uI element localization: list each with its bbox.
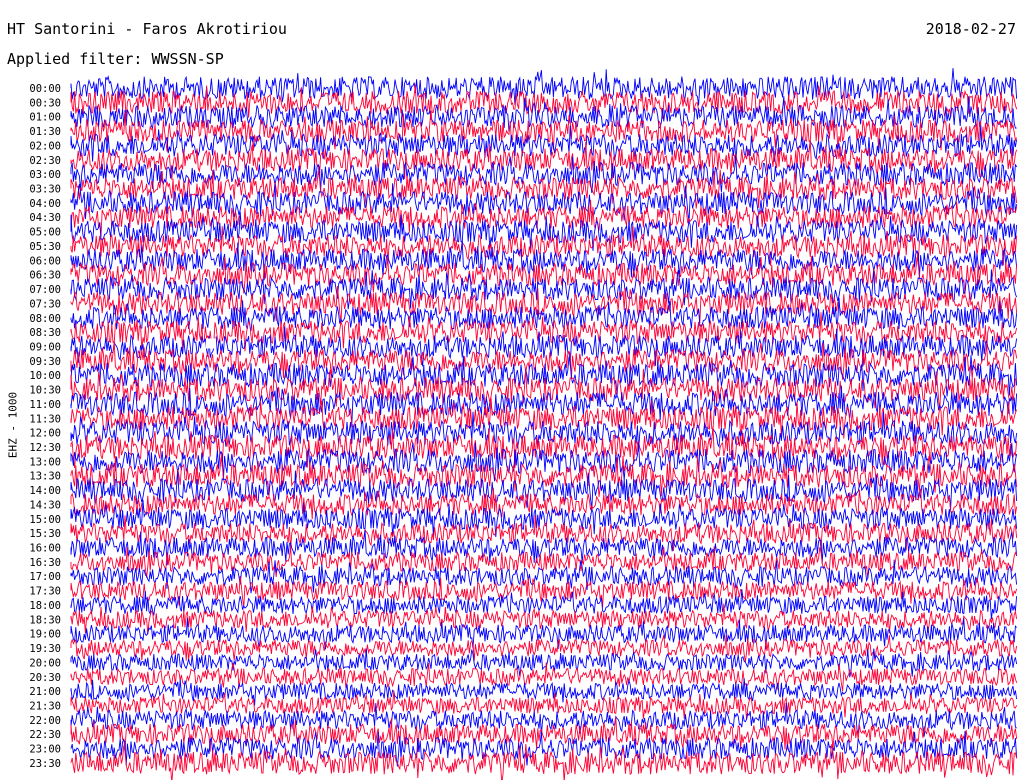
row-label: 21:30 (29, 701, 61, 713)
row-label: 09:00 (29, 342, 61, 354)
row-label: 11:00 (29, 399, 61, 411)
row-label: 14:00 (29, 485, 61, 497)
row-label: 04:30 (29, 212, 61, 224)
trace-1900 (70, 617, 1017, 650)
row-label: 05:00 (29, 227, 61, 239)
row-label: 12:30 (29, 442, 61, 454)
row-label: 20:30 (29, 672, 61, 684)
row-label: 02:30 (29, 155, 61, 167)
row-label: 19:00 (29, 629, 61, 641)
row-label: 03:00 (29, 169, 61, 181)
row-label: 01:30 (29, 126, 61, 138)
row-label: 00:30 (29, 97, 61, 109)
row-label: 08:00 (29, 313, 61, 325)
row-label: 01:00 (29, 112, 61, 124)
row-label: 19:30 (29, 643, 61, 655)
row-label: 03:30 (29, 184, 61, 196)
row-label: 15:00 (29, 514, 61, 526)
row-label: 17:30 (29, 586, 61, 598)
row-label: 11:30 (29, 413, 61, 425)
row-label: 05:30 (29, 241, 61, 253)
row-label: 08:30 (29, 327, 61, 339)
row-label: 07:30 (29, 298, 61, 310)
row-label: 17:00 (29, 571, 61, 583)
row-label: 07:00 (29, 284, 61, 296)
row-label: 15:30 (29, 528, 61, 540)
row-label: 13:30 (29, 471, 61, 483)
trace-1030 (70, 368, 1017, 411)
row-label: 20:00 (29, 657, 61, 669)
row-label: 14:30 (29, 499, 61, 511)
row-label: 10:30 (29, 385, 61, 397)
row-label: 04:00 (29, 198, 61, 210)
row-label: 22:30 (29, 729, 61, 741)
row-label: 10:00 (29, 370, 61, 382)
row-label: 12:00 (29, 428, 61, 440)
row-label: 18:00 (29, 600, 61, 612)
row-label: 18:30 (29, 614, 61, 626)
row-label: 23:00 (29, 744, 61, 756)
row-label: 16:00 (29, 543, 61, 555)
event-marker (206, 338, 216, 349)
seismogram-plot: 00:00 00:30 01:00 01:30 02:00 02:30 03:00 03:30… (29, 68, 1018, 780)
row-label: 00:00 (29, 83, 61, 95)
row-labels: 00:00 00:30 01:00 01:30 02:00 02:30 03:00 03:30… (29, 83, 61, 770)
row-label: 23:30 (29, 758, 61, 770)
row-label: 21:00 (29, 686, 61, 698)
trace-0330 (70, 169, 1018, 209)
row-label: 16:30 (29, 557, 61, 569)
row-label: 13:00 (29, 456, 61, 468)
row-label: 09:30 (29, 356, 61, 368)
trace-0030 (70, 84, 1018, 120)
row-label: 02:00 (29, 140, 61, 152)
row-label: 06:30 (29, 270, 61, 282)
row-label: 06:00 (29, 255, 61, 267)
seismogram-traces (70, 68, 1018, 780)
row-label: 22:00 (29, 715, 61, 727)
